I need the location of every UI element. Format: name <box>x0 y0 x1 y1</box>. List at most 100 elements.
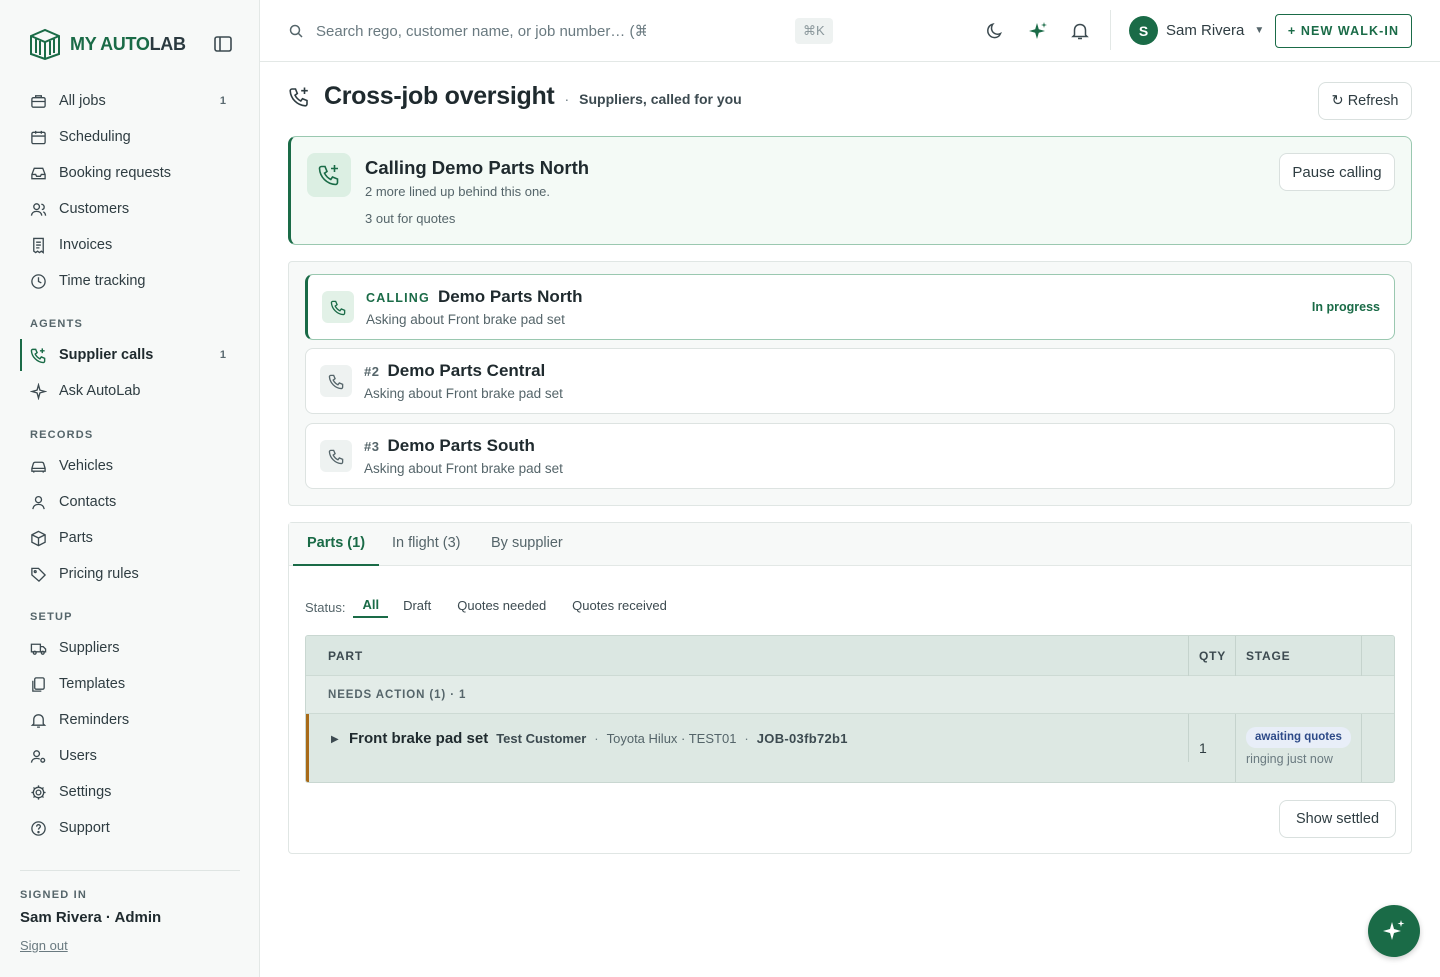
phone-plus-icon <box>30 347 46 363</box>
column-divider <box>1235 636 1236 676</box>
sidebar-item-settings[interactable]: Settings <box>20 774 240 810</box>
calendar-icon <box>31 130 46 144</box>
section-label-records: RECORDS <box>30 429 94 441</box>
phone-icon <box>330 300 345 315</box>
queue-item[interactable]: CALLING Demo Parts North Asking about Fr… <box>305 274 1395 340</box>
pause-calling-button[interactable]: Pause calling <box>1279 153 1395 191</box>
sidebar-item-label: Vehicles <box>59 458 114 474</box>
supplier-name: Demo Parts Central <box>387 361 546 380</box>
show-settled-button[interactable]: Show settled <box>1279 800 1396 838</box>
refresh-button[interactable]: ↻ Refresh <box>1318 82 1412 120</box>
sidebar-item-templates[interactable]: Templates <box>20 666 240 702</box>
filter-quotes-received[interactable]: Quotes received <box>563 598 676 617</box>
sidebar-item-label: Pricing rules <box>59 566 139 582</box>
table-header: PART QTY STAGE <box>306 636 1394 676</box>
parts-table: PART QTY STAGE NEEDS ACTION (1) · 1 ▶ Fr… <box>305 635 1395 783</box>
status-filter-label: Status: <box>305 600 346 615</box>
phone-badge <box>322 291 354 323</box>
vehicle-info: Toyota Hilux · TEST01 <box>606 731 737 746</box>
bell-icon[interactable] <box>1069 20 1091 42</box>
sidebar-item-scheduling[interactable]: Scheduling <box>20 119 240 155</box>
queue-position: #3 <box>364 439 380 454</box>
signed-in-panel: SIGNED IN Sam Rivera · Admin Sign out <box>20 870 240 953</box>
column-header-qty[interactable]: QTY <box>1199 636 1226 676</box>
call-description: Asking about Front brake pad set <box>366 312 565 327</box>
column-header-stage[interactable]: STAGE <box>1246 636 1290 676</box>
sidebar-item-vehicles[interactable]: Vehicles <box>20 448 240 484</box>
briefcase-icon <box>31 94 46 108</box>
supplier-name: Demo Parts North <box>437 287 583 306</box>
column-header-part[interactable]: PART <box>328 636 363 676</box>
ai-sparkle-icon[interactable] <box>1027 20 1049 42</box>
sidebar-collapse-icon[interactable] <box>212 34 234 54</box>
stage-badge: awaiting quotes <box>1246 727 1351 748</box>
filter-quotes-needed[interactable]: Quotes needed <box>448 598 555 617</box>
column-divider <box>1188 714 1189 762</box>
sidebar-item-support[interactable]: Support <box>20 810 240 846</box>
car-icon <box>31 461 46 473</box>
sidebar-item-contacts[interactable]: Contacts <box>20 484 240 520</box>
sidebar-item-label: Ask AutoLab <box>59 383 141 399</box>
user-icon <box>32 495 45 509</box>
sidebar-item-all-jobs[interactable]: All jobs 1 <box>20 83 240 119</box>
sidebar-item-parts[interactable]: Parts <box>20 520 240 556</box>
new-walk-in-button[interactable]: + NEW WALK-IN <box>1275 14 1412 48</box>
logo-icon <box>30 28 60 60</box>
sidebar-item-booking-requests[interactable]: Booking requests <box>20 155 240 191</box>
sidebar-item-invoices[interactable]: Invoices <box>20 227 240 263</box>
sidebar-item-suppliers[interactable]: Suppliers <box>20 630 240 666</box>
group-header-needs-action: NEEDS ACTION (1) · 1 <box>306 676 1394 714</box>
queue-item-header: #3 Demo Parts South <box>364 436 535 456</box>
sidebar-item-supplier-calls[interactable]: Supplier calls 1 <box>20 337 240 373</box>
agents-nav: Supplier calls 1 Ask AutoLab <box>20 337 240 409</box>
section-label-agents: AGENTS <box>30 318 84 330</box>
sidebar-item-label: Support <box>59 820 110 836</box>
sign-out-link[interactable]: Sign out <box>20 938 68 953</box>
bell-icon <box>30 713 47 728</box>
filter-all[interactable]: All <box>353 597 389 618</box>
gear-icon <box>31 784 46 800</box>
queue-item-header: CALLING Demo Parts North <box>366 287 582 307</box>
user-name: Sam Rivera <box>1166 22 1245 39</box>
tab-bar: Parts (1) In flight (3) By supplier <box>289 523 1411 566</box>
ai-assistant-button[interactable] <box>1368 905 1420 957</box>
brand[interactable]: MY AUTOLAB <box>28 28 186 60</box>
sidebar-item-label: Settings <box>59 784 112 800</box>
sidebar-item-label: Templates <box>59 676 126 692</box>
tab-by-supplier[interactable]: By supplier <box>477 523 577 566</box>
filter-draft[interactable]: Draft <box>394 598 440 617</box>
expand-caret-icon[interactable]: ▶ <box>331 734 339 745</box>
column-divider <box>1235 714 1236 782</box>
divider <box>1110 10 1111 50</box>
queue-item[interactable]: #2 Demo Parts Central Asking about Front… <box>305 348 1395 414</box>
sidebar-item-reminders[interactable]: Reminders <box>20 702 240 738</box>
users-icon <box>30 202 47 216</box>
records-nav: Vehicles Contacts Parts Pricing rules <box>20 448 240 592</box>
tab-parts[interactable]: Parts (1) <box>293 523 380 566</box>
phone-plus-icon <box>289 87 308 107</box>
sparkle-icon <box>30 382 47 400</box>
sidebar-item-users[interactable]: Users <box>20 738 240 774</box>
truck-icon <box>30 643 47 655</box>
table-row[interactable]: ▶ Front brake pad set Test Customer · To… <box>306 714 1394 782</box>
job-number[interactable]: JOB-03fb72b1 <box>757 731 848 746</box>
sidebar-item-label: Customers <box>59 201 130 217</box>
count-badge: 1 <box>219 95 226 107</box>
search-icon <box>289 24 303 38</box>
avatar: S <box>1129 16 1158 45</box>
tab-in-flight[interactable]: In flight (3) <box>378 523 475 566</box>
user-menu[interactable]: S Sam Rivera ▼ <box>1129 16 1264 45</box>
sidebar-item-customers[interactable]: Customers <box>20 191 240 227</box>
sidebar-item-time-tracking[interactable]: Time tracking <box>20 263 240 299</box>
top-bar: ⌘K S Sam Rivera ▼ + NEW WALK-IN <box>260 0 1440 62</box>
moon-icon[interactable] <box>984 20 1006 42</box>
phone-icon <box>328 374 343 389</box>
sidebar-item-pricing-rules[interactable]: Pricing rules <box>20 556 240 592</box>
sidebar-item-label: Booking requests <box>59 165 172 181</box>
sidebar-item-ask-autolab[interactable]: Ask AutoLab <box>20 373 240 409</box>
section-label-setup: SETUP <box>30 611 73 623</box>
queue-item[interactable]: #3 Demo Parts South Asking about Front b… <box>305 423 1395 489</box>
phone-icon <box>328 449 343 464</box>
row-accent <box>306 714 309 782</box>
search-input[interactable] <box>316 18 646 44</box>
